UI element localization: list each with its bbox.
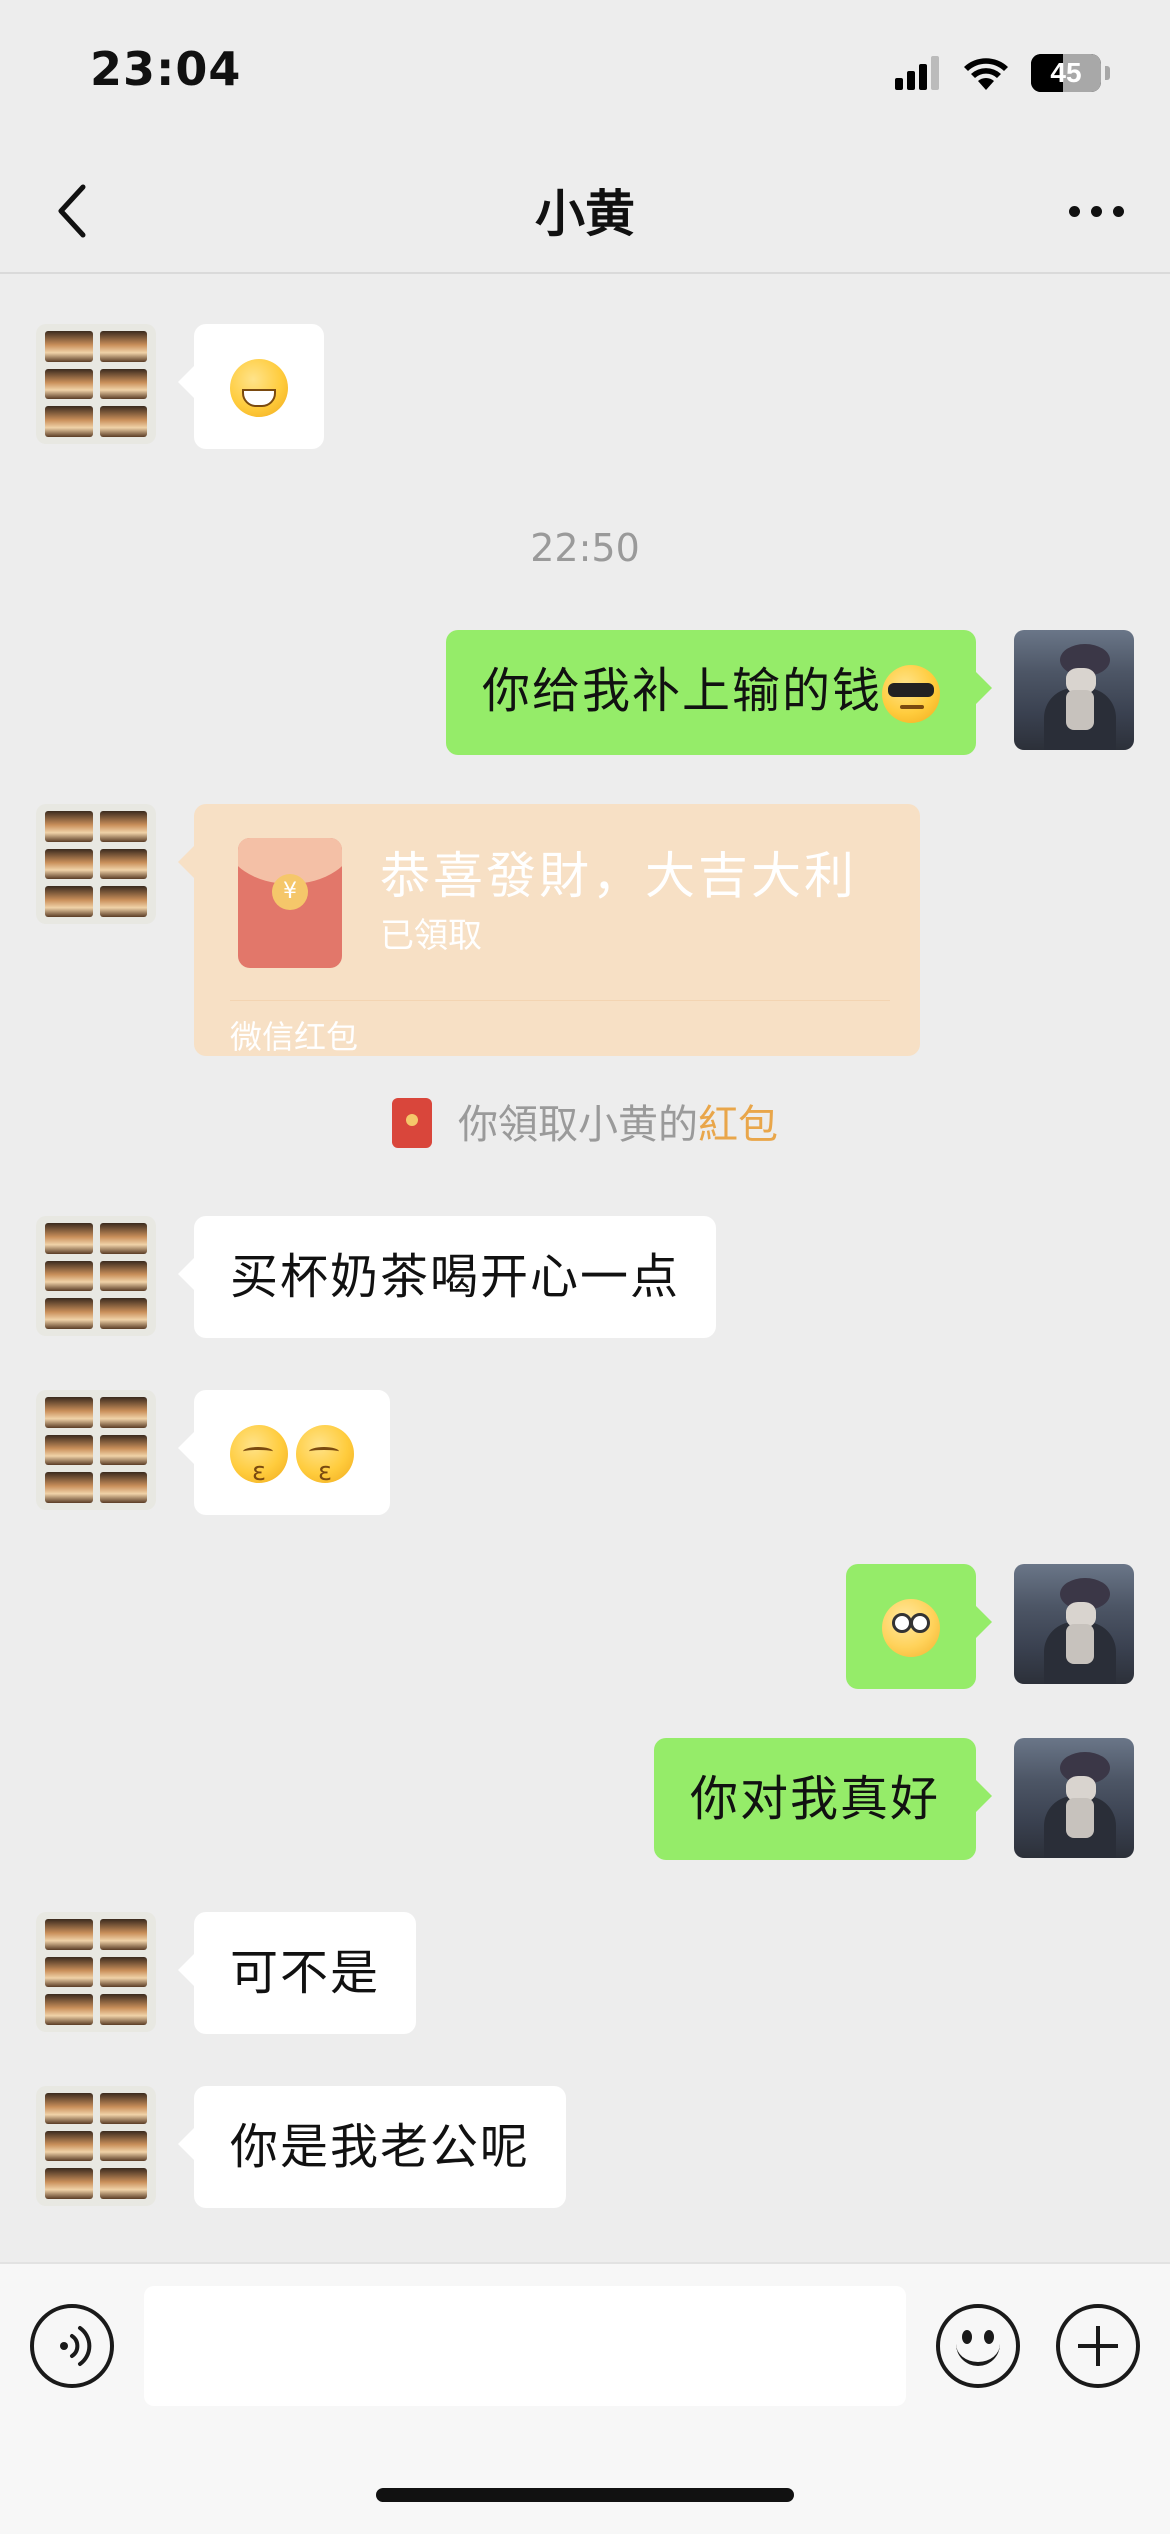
contact-avatar[interactable] — [36, 804, 156, 924]
wifi-icon — [964, 58, 1008, 90]
contact-avatar[interactable] — [36, 1912, 156, 2032]
voice-icon — [60, 2326, 92, 2366]
red-packet-label: 微信红包 — [230, 1018, 359, 1056]
red-packet-mini-icon — [392, 1098, 432, 1148]
message-bubble[interactable]: 你给我补上输的钱 — [445, 630, 993, 755]
status-icons: 45 — [895, 48, 1110, 98]
more-button[interactable] — [1046, 176, 1146, 246]
more-icon — [1112, 205, 1124, 217]
chat-title: 小黄 — [535, 185, 635, 243]
battery-cap — [1105, 66, 1110, 80]
emoji-button[interactable] — [936, 2304, 1020, 2388]
more-icon — [1068, 205, 1080, 217]
message-text: 买杯奶茶喝开心一点 — [230, 1249, 681, 1305]
message-text: 你对我真好 — [689, 1771, 940, 1827]
my-avatar[interactable] — [1014, 1564, 1134, 1684]
waving-emoji-icon — [882, 1599, 940, 1657]
message-text: 你给我补上输的钱 — [481, 663, 882, 719]
red-packet-status: 已領取 — [380, 916, 482, 956]
grinning-emoji-icon — [230, 359, 288, 417]
message-bubble[interactable]: 你对我真好 — [653, 1738, 993, 1860]
emoji-icon — [984, 2330, 994, 2344]
system-note-text: 你領取小黄的 — [458, 1102, 698, 1148]
chat-timestamp: 22:50 — [530, 526, 640, 570]
red-packet-title: 恭喜發財，大吉大利 — [380, 847, 857, 905]
status-time: 23:04 — [90, 42, 242, 96]
divider — [230, 1000, 890, 1001]
signal-icon — [895, 56, 939, 90]
battery-level: 45 — [1050, 57, 1082, 88]
voice-button[interactable] — [30, 2304, 114, 2388]
more-icon — [1090, 205, 1102, 217]
message-bubble[interactable]: 买杯奶茶喝开心一点 — [177, 1216, 717, 1338]
contact-avatar[interactable] — [36, 324, 156, 444]
red-packet-link[interactable]: 紅包 — [698, 1102, 778, 1148]
chat-area[interactable]: 22:50 你给我补上输的钱 ¥ 恭喜發財，大吉大利 已領取 微信红包 你領取小… — [0, 274, 1170, 2264]
kissing-emoji-icon — [296, 1425, 354, 1501]
message-input[interactable] — [144, 2286, 906, 2406]
my-avatar[interactable] — [1014, 630, 1134, 750]
emoji-icon — [962, 2330, 972, 2344]
kissing-emoji-icon — [230, 1425, 288, 1501]
message-bubble[interactable] — [178, 324, 324, 449]
add-button[interactable] — [1056, 2304, 1140, 2388]
message-text: 可不是 — [230, 1945, 381, 2001]
emoji-icon — [956, 2344, 1000, 2366]
system-note: 你領取小黄的紅包 — [0, 1092, 1170, 1152]
red-packet-card[interactable]: ¥ 恭喜發財，大吉大利 已領取 微信红包 — [178, 804, 920, 1056]
message-text: 你是我老公呢 — [230, 2119, 531, 2175]
message-bubble[interactable] — [178, 1390, 390, 1515]
battery-icon: 45 — [1031, 54, 1101, 92]
contact-avatar[interactable] — [36, 1390, 156, 1510]
my-avatar[interactable] — [1014, 1738, 1134, 1858]
status-bar: 23:04 45 — [0, 0, 1170, 150]
contact-avatar[interactable] — [36, 1216, 156, 1336]
contact-avatar[interactable] — [36, 2086, 156, 2206]
nav-bar: 小黄 — [0, 150, 1170, 274]
home-indicator[interactable] — [376, 2488, 794, 2502]
message-bubble[interactable]: 你是我老公呢 — [177, 2086, 567, 2208]
message-bubble[interactable]: 可不是 — [177, 1912, 417, 2034]
message-bubble[interactable] — [846, 1564, 992, 1689]
sunglasses-emoji-icon — [882, 665, 940, 723]
red-packet-icon: ¥ — [238, 838, 342, 968]
